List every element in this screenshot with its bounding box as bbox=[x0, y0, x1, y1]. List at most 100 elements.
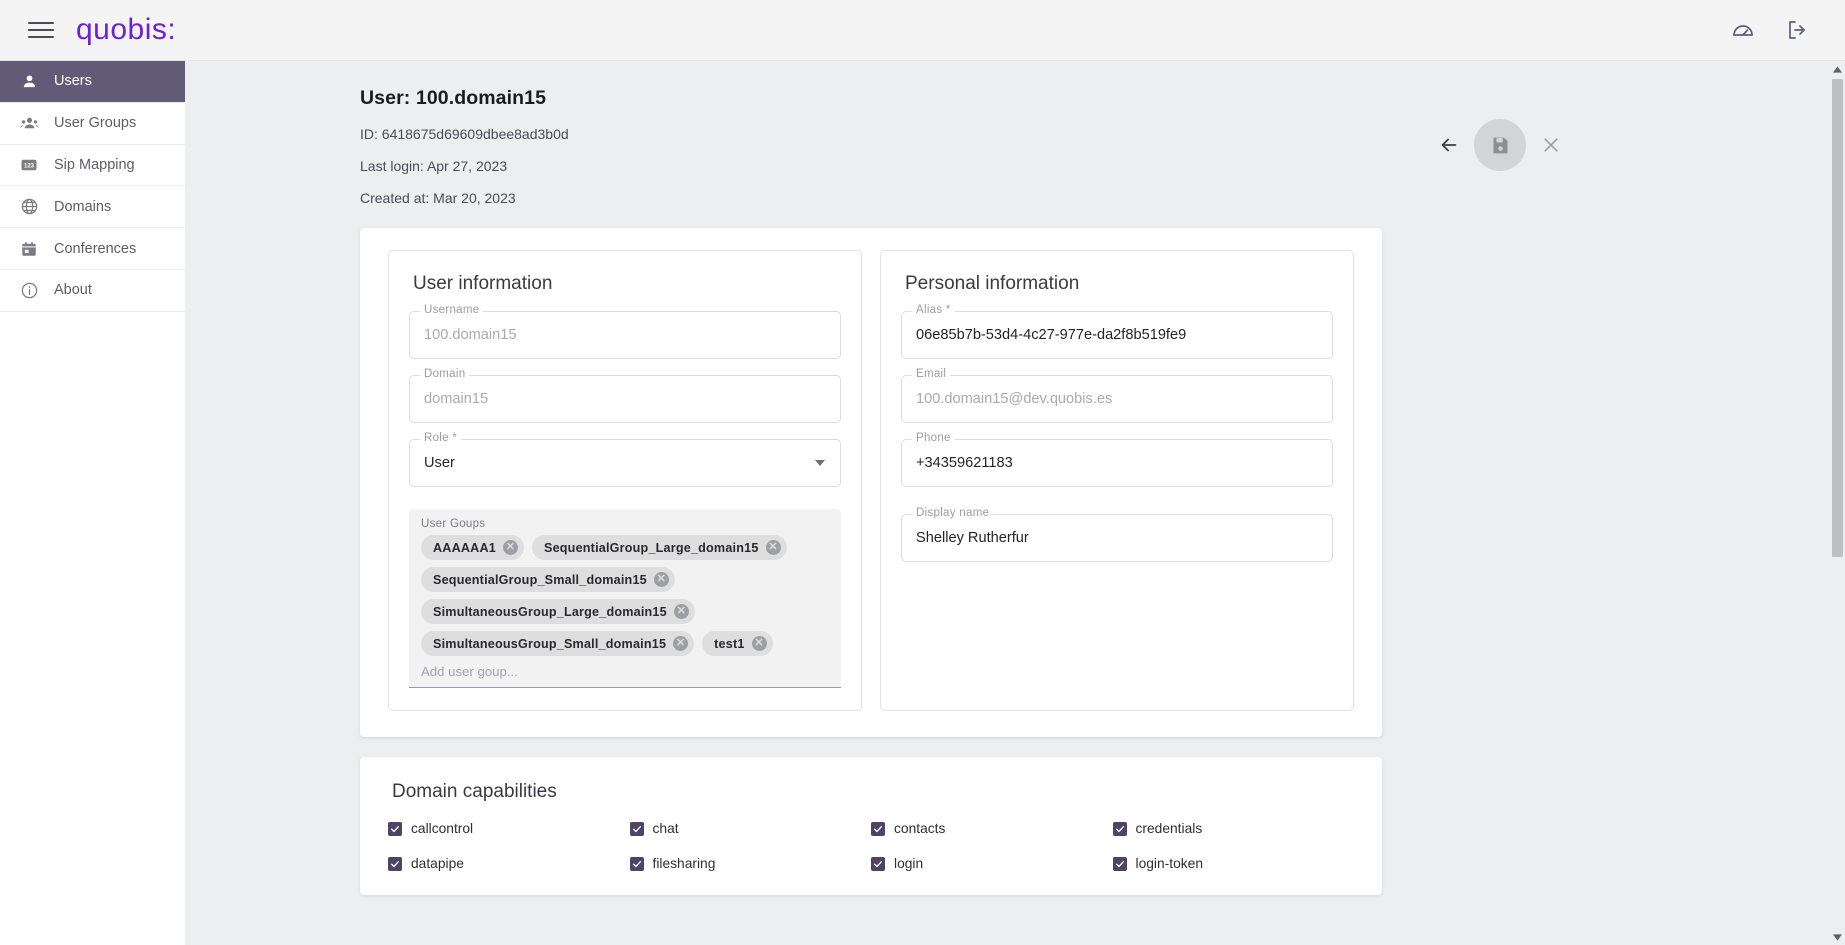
header-actions bbox=[1428, 119, 1572, 171]
logout-icon[interactable] bbox=[1785, 18, 1809, 42]
sidebar-item-label: Domains bbox=[54, 198, 112, 215]
user-groups-label: User Goups bbox=[421, 518, 486, 530]
checkbox-checked-icon[interactable] bbox=[388, 856, 402, 871]
chip-label: SimultaneousGroup_Large_domain15 bbox=[433, 604, 667, 619]
checkbox-checked-icon[interactable] bbox=[629, 856, 644, 871]
chip[interactable]: test1 ✕ bbox=[702, 631, 773, 656]
sidebar: Users User Groups 123 Sip Mapping Domain… bbox=[0, 61, 185, 945]
display-name-label: Display name bbox=[912, 507, 994, 519]
user-groups-field[interactable]: User Goups AAAAAA1 ✕ SequentialGroup_Lar… bbox=[409, 509, 841, 688]
top-bar: quobis: bbox=[0, 0, 1845, 61]
user-id-line: ID: 6418675d69609dbee8ad3b0d bbox=[360, 126, 569, 142]
personal-information-title: Personal information bbox=[905, 273, 1080, 294]
alias-field[interactable]: Alias * 06e85b7b-53d4-4c27-977e-da2f8b51… bbox=[901, 304, 1333, 359]
domain-capabilities-grid: callcontrol chat contacts credentials da… bbox=[388, 821, 1354, 871]
email-label: Email bbox=[912, 368, 951, 380]
capability-label: login bbox=[894, 856, 924, 871]
capability-label: login-token bbox=[1135, 856, 1204, 871]
hamburger-icon[interactable] bbox=[28, 20, 54, 40]
sidebar-item-label: Conferences bbox=[54, 240, 137, 257]
info-icon bbox=[18, 279, 40, 301]
back-button[interactable] bbox=[1428, 124, 1470, 166]
capability-label: contacts bbox=[894, 821, 946, 836]
capability-datapipe[interactable]: datapipe bbox=[388, 856, 630, 871]
page-title: User: 100.domain15 bbox=[360, 87, 547, 109]
chip-remove-icon[interactable]: ✕ bbox=[751, 636, 767, 651]
person-icon bbox=[18, 70, 40, 92]
checkbox-checked-icon[interactable] bbox=[1112, 856, 1127, 871]
chip[interactable]: SimultaneousGroup_Small_domain15 ✕ bbox=[421, 631, 695, 656]
chip-remove-icon[interactable]: ✕ bbox=[653, 572, 669, 587]
capability-label: callcontrol bbox=[411, 821, 474, 836]
sidebar-item-about[interactable]: About bbox=[0, 270, 185, 312]
page-header: User: 100.domain15 ID: 6418675d69609dbee… bbox=[185, 61, 1830, 206]
username-value: 100.domain15 bbox=[424, 327, 517, 343]
chip-label: SequentialGroup_Small_domain15 bbox=[433, 572, 647, 587]
chip[interactable]: SequentialGroup_Large_domain15 ✕ bbox=[531, 535, 787, 560]
chip-remove-icon[interactable]: ✕ bbox=[765, 540, 781, 555]
phone-field[interactable]: Phone +34359621183 bbox=[901, 432, 1333, 487]
chip-remove-icon[interactable]: ✕ bbox=[673, 636, 689, 651]
domain-capabilities-card: Domain capabilities callcontrol chat con… bbox=[360, 757, 1382, 895]
chip[interactable]: SimultaneousGroup_Large_domain15 ✕ bbox=[421, 599, 695, 624]
chip-label: SequentialGroup_Large_domain15 bbox=[543, 540, 759, 555]
user-information-title: User information bbox=[413, 273, 553, 294]
username-label: Username bbox=[420, 304, 484, 316]
sidebar-item-domains[interactable]: Domains bbox=[0, 186, 185, 229]
people-icon bbox=[18, 112, 40, 134]
phone-label: Phone bbox=[912, 432, 955, 444]
scrollbar-thumb[interactable] bbox=[1832, 79, 1843, 557]
scroll-down-arrow-icon[interactable] bbox=[1830, 929, 1845, 945]
domain-value: domain15 bbox=[424, 391, 489, 407]
main-content: User: 100.domain15 ID: 6418675d69609dbee… bbox=[185, 61, 1830, 945]
sidebar-item-sip-mapping[interactable]: 123 Sip Mapping bbox=[0, 145, 185, 187]
svg-text:123: 123 bbox=[24, 163, 35, 169]
display-name-field[interactable]: Display name Shelley Rutherfur bbox=[901, 507, 1333, 562]
sidebar-item-user-groups[interactable]: User Groups bbox=[0, 103, 185, 145]
checkbox-checked-icon[interactable] bbox=[871, 856, 885, 871]
chip[interactable]: AAAAAA1 ✕ bbox=[421, 535, 524, 560]
email-field[interactable]: Email 100.domain15@dev.quobis.es bbox=[901, 368, 1333, 423]
add-user-group-input[interactable]: Add user goup... bbox=[421, 664, 829, 679]
calendar-icon bbox=[18, 238, 40, 260]
role-select[interactable]: Role * User bbox=[409, 432, 841, 487]
chip-label: AAAAAA1 bbox=[433, 540, 496, 555]
domain-capabilities-title: Domain capabilities bbox=[392, 781, 557, 802]
sidebar-item-label: Users bbox=[54, 73, 92, 90]
globe-icon bbox=[18, 196, 40, 218]
role-label: Role * bbox=[420, 432, 462, 444]
last-login-line: Last login: Apr 27, 2023 bbox=[360, 158, 508, 174]
vertical-scrollbar[interactable] bbox=[1830, 61, 1845, 945]
capability-login-token[interactable]: login-token bbox=[1112, 856, 1355, 871]
chip-label: SimultaneousGroup_Small_domain15 bbox=[433, 636, 667, 651]
capability-filesharing[interactable]: filesharing bbox=[629, 856, 872, 871]
close-button[interactable] bbox=[1530, 124, 1572, 166]
chip-remove-icon[interactable]: ✕ bbox=[502, 540, 518, 555]
sidebar-item-users[interactable]: Users bbox=[0, 61, 185, 103]
scroll-up-arrow-icon[interactable] bbox=[1830, 61, 1845, 77]
capability-callcontrol[interactable]: callcontrol bbox=[388, 821, 630, 836]
save-button[interactable] bbox=[1474, 119, 1526, 171]
chip-remove-icon[interactable]: ✕ bbox=[673, 604, 689, 619]
user-detail-card: User information Username 100.domain15 D… bbox=[360, 228, 1382, 737]
domain-field[interactable]: Domain domain15 bbox=[409, 368, 841, 423]
capability-login[interactable]: login bbox=[871, 856, 1113, 871]
brand-logo[interactable]: quobis: bbox=[76, 15, 176, 45]
chevron-down-icon[interactable] bbox=[815, 460, 825, 466]
capability-label: chat bbox=[652, 821, 679, 836]
checkbox-checked-icon[interactable] bbox=[871, 821, 885, 836]
username-field[interactable]: Username 100.domain15 bbox=[409, 304, 841, 359]
chip[interactable]: SequentialGroup_Small_domain15 ✕ bbox=[421, 567, 675, 592]
speedometer-icon[interactable] bbox=[1731, 18, 1755, 42]
capability-credentials[interactable]: credentials bbox=[1112, 821, 1355, 836]
capability-contacts[interactable]: contacts bbox=[871, 821, 1113, 836]
checkbox-checked-icon[interactable] bbox=[1112, 821, 1127, 836]
checkbox-checked-icon[interactable] bbox=[629, 821, 644, 836]
role-value: User bbox=[424, 455, 455, 471]
capability-chat[interactable]: chat bbox=[629, 821, 872, 836]
email-value: 100.domain15@dev.quobis.es bbox=[916, 391, 1113, 407]
sidebar-item-label: Sip Mapping bbox=[54, 156, 135, 173]
capability-label: credentials bbox=[1135, 821, 1203, 836]
checkbox-checked-icon[interactable] bbox=[388, 821, 402, 836]
sidebar-item-conferences[interactable]: Conferences bbox=[0, 228, 185, 270]
